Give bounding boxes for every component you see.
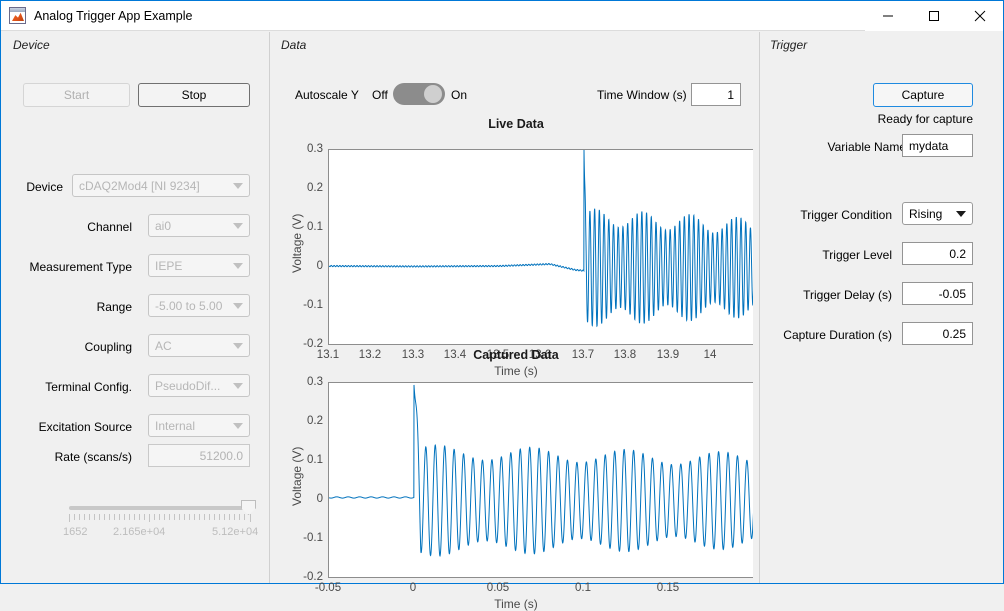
live-ytick-2: 0.1 bbox=[307, 221, 323, 233]
live-data-plot bbox=[328, 149, 753, 345]
capture-duration-label: Capture Duration (s) bbox=[783, 328, 892, 342]
cap-ytick-2: 0.1 bbox=[307, 454, 323, 466]
excitation-source-dropdown[interactable]: Internal bbox=[148, 414, 250, 437]
window-controls bbox=[865, 1, 1003, 31]
device-dropdown[interactable]: cDAQ2Mod4 [NI 9234] bbox=[72, 174, 250, 197]
captured-data-chart: Captured Data Voltage (V) 0.3 0.2 0.1 0 … bbox=[279, 348, 753, 611]
channel-label: Channel bbox=[87, 220, 132, 234]
channel-dropdown[interactable]: ai0 bbox=[148, 214, 250, 237]
range-dropdown-value: -5.00 to 5.00 bbox=[155, 298, 223, 313]
live-data-chart: Live Data Voltage (V) 0.3 0.2 0.1 0 -0.1… bbox=[279, 117, 753, 378]
time-window-input[interactable]: 1 bbox=[691, 83, 741, 106]
chevron-down-icon bbox=[233, 382, 243, 389]
live-ytick-3: 0 bbox=[316, 260, 323, 272]
rate-slider-track[interactable] bbox=[69, 506, 249, 510]
coupling-label: Coupling bbox=[84, 340, 132, 354]
device-panel-title: Device bbox=[13, 38, 50, 52]
captured-data-title: Captured Data bbox=[473, 348, 559, 362]
chevron-down-icon bbox=[233, 262, 243, 269]
trigger-panel-title: Trigger bbox=[770, 38, 808, 52]
minimize-icon[interactable] bbox=[865, 1, 911, 31]
trigger-delay-input[interactable]: -0.05 bbox=[902, 282, 973, 305]
close-icon[interactable] bbox=[957, 1, 1003, 31]
variable-name-input[interactable]: mydata bbox=[902, 134, 973, 157]
terminal-config-dropdown[interactable]: PseudoDif... bbox=[148, 374, 250, 397]
divider-left bbox=[269, 32, 270, 583]
live-ytick-1: 0.2 bbox=[307, 182, 323, 194]
captured-data-plot bbox=[328, 382, 753, 578]
channel-dropdown-value: ai0 bbox=[155, 218, 172, 233]
toggle-knob bbox=[424, 85, 442, 103]
measurement-type-label: Measurement Type bbox=[29, 260, 133, 274]
captured-data-xlabel: Time (s) bbox=[494, 597, 538, 611]
terminal-config-dropdown-value: PseudoDif... bbox=[155, 378, 221, 393]
chevron-down-icon bbox=[233, 422, 243, 429]
rate-tick-min: 1652 bbox=[63, 526, 88, 538]
start-button[interactable]: Start bbox=[23, 83, 130, 107]
window-title: Analog Trigger App Example bbox=[34, 8, 193, 23]
capture-duration-input[interactable]: 0.25 bbox=[902, 322, 973, 345]
divider-right bbox=[759, 32, 760, 583]
range-dropdown[interactable]: -5.00 to 5.00 bbox=[148, 294, 250, 317]
autoscale-on-label: On bbox=[451, 88, 468, 102]
time-window-label: Time Window (s) bbox=[597, 88, 687, 102]
device-label: Device bbox=[26, 180, 63, 194]
live-ytick-0: 0.3 bbox=[307, 143, 323, 155]
measurement-type-dropdown[interactable]: IEPE bbox=[148, 254, 250, 277]
rate-slider-handle[interactable] bbox=[241, 500, 256, 515]
autoscale-label: Autoscale Y bbox=[295, 88, 359, 102]
rate-label: Rate (scans/s) bbox=[54, 450, 132, 464]
coupling-dropdown-value: AC bbox=[155, 338, 172, 353]
trigger-delay-label: Trigger Delay (s) bbox=[803, 288, 892, 302]
chevron-down-icon bbox=[956, 210, 966, 217]
excitation-source-dropdown-value: Internal bbox=[155, 418, 196, 433]
chevron-down-icon bbox=[233, 342, 243, 349]
measurement-type-dropdown-value: IEPE bbox=[155, 258, 183, 273]
chevron-down-icon bbox=[233, 182, 243, 189]
live-data-trace bbox=[329, 150, 753, 328]
data-panel-title: Data bbox=[281, 38, 307, 52]
range-label: Range bbox=[96, 300, 132, 314]
chevron-down-icon bbox=[233, 222, 243, 229]
autoscale-off-label: Off bbox=[372, 88, 388, 102]
rate-tick-mid: 2.165e+04 bbox=[113, 526, 166, 538]
main-area: Device Start Stop Device cDAQ2Mod4 [NI 9… bbox=[1, 32, 1003, 611]
app-window: Analog Trigger App Example Device Start … bbox=[0, 0, 1004, 611]
terminal-config-label: Terminal Config. bbox=[45, 380, 132, 394]
trigger-condition-value: Rising bbox=[909, 206, 943, 221]
capture-button[interactable]: Capture bbox=[873, 83, 973, 107]
cap-ytick-3: 0 bbox=[316, 493, 323, 505]
maximize-icon[interactable] bbox=[911, 1, 957, 31]
capture-status: Ready for capture bbox=[877, 112, 973, 126]
excitation-source-label: Excitation Source bbox=[38, 420, 132, 434]
trigger-condition-label: Trigger Condition bbox=[800, 208, 892, 222]
matlab-app-icon bbox=[9, 7, 26, 24]
cap-ytick-0: 0.3 bbox=[307, 376, 323, 388]
live-data-title: Live Data bbox=[488, 117, 544, 131]
stop-button[interactable]: Stop bbox=[138, 83, 250, 107]
rate-tick-max: 5.12e+04 bbox=[212, 526, 259, 538]
rate-slider-ticks bbox=[69, 514, 251, 522]
cap-ytick-1: 0.2 bbox=[307, 415, 323, 427]
title-bar: Analog Trigger App Example bbox=[1, 1, 1003, 31]
variable-name-label: Variable Name bbox=[827, 140, 906, 154]
trigger-level-label: Trigger Level bbox=[822, 248, 892, 262]
trigger-condition-dropdown[interactable]: Rising bbox=[902, 202, 973, 225]
coupling-dropdown[interactable]: AC bbox=[148, 334, 250, 357]
trigger-level-input[interactable]: 0.2 bbox=[902, 242, 973, 265]
live-ytick-4: -0.1 bbox=[303, 299, 323, 311]
rate-input[interactable]: 51200.0 bbox=[148, 444, 250, 467]
device-dropdown-value: cDAQ2Mod4 [NI 9234] bbox=[79, 178, 200, 193]
captured-data-trace bbox=[329, 384, 753, 558]
chevron-down-icon bbox=[233, 302, 243, 309]
autoscale-toggle[interactable] bbox=[393, 83, 445, 105]
cap-ytick-4: -0.1 bbox=[303, 532, 323, 544]
